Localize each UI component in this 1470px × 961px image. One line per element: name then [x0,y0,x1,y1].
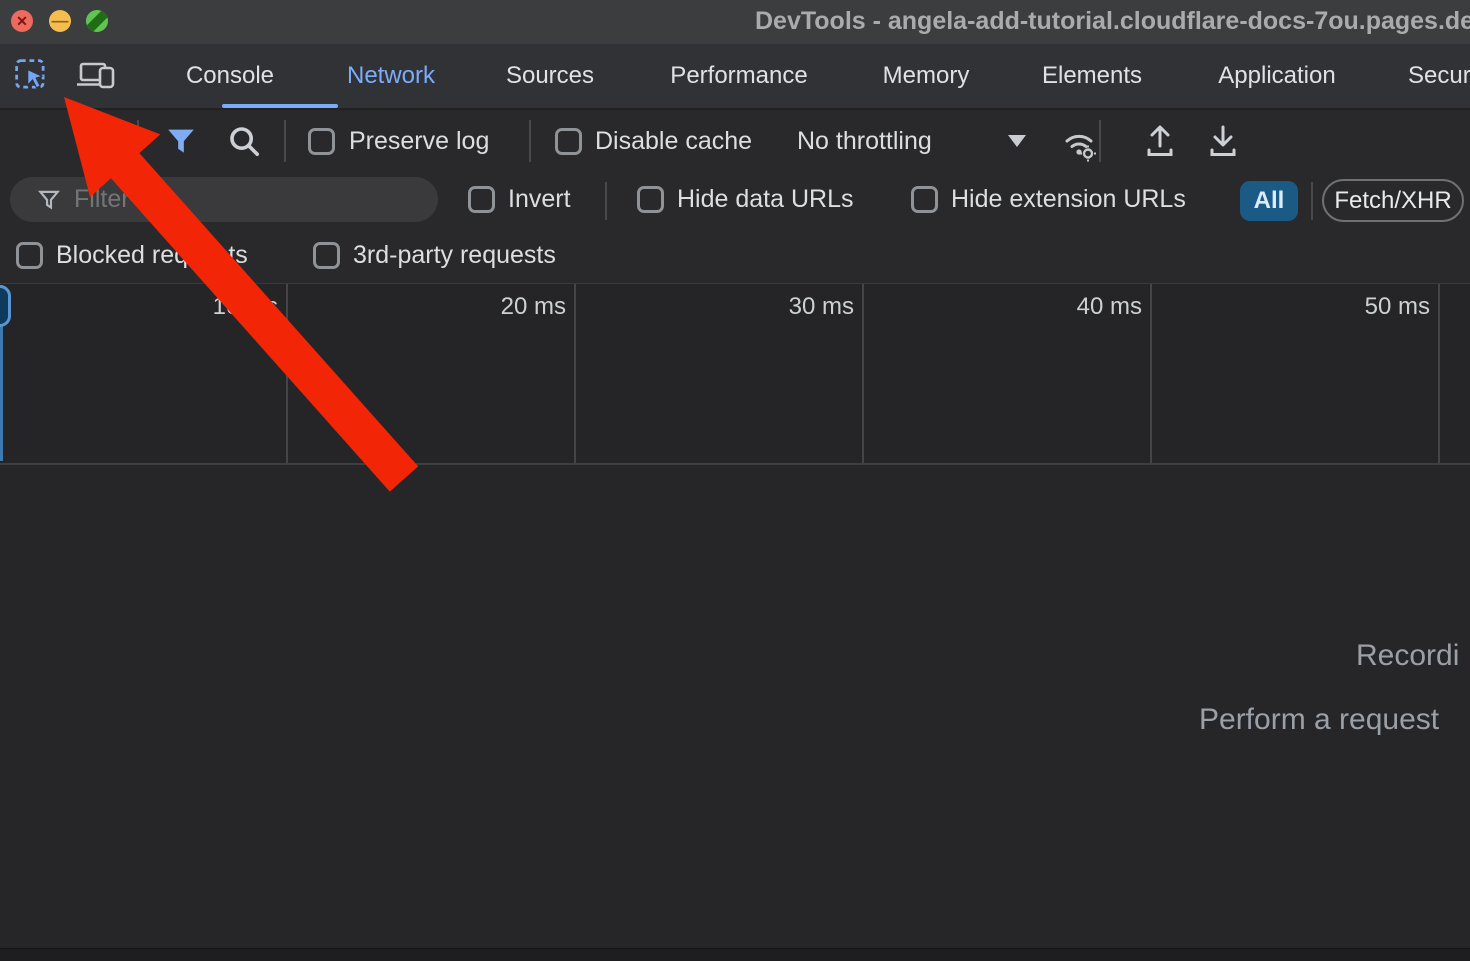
timeline-tick-label: 30 ms [724,293,854,321]
throttling-caret-icon[interactable] [1008,135,1026,147]
toolbar-separator [284,120,286,162]
hide-extension-urls-label: Hide extension URLs [951,185,1186,214]
preserve-log-checkbox[interactable] [308,128,335,155]
tab-console[interactable]: Console [186,62,274,90]
download-icon [1204,121,1242,161]
toggle-device-toolbar-button[interactable] [76,56,116,96]
throttling-select-value[interactable]: No throttling [797,127,932,156]
tab-application[interactable]: Application [1218,62,1335,90]
bottom-edge-strip [0,948,1470,961]
device-toolbar-icon [76,59,116,93]
timeline-drag-handle[interactable] [0,285,11,327]
tabbar-separator [139,58,141,96]
devtools-tabbar: Console Network Sources Performance Memo… [0,44,1470,110]
timeline-gridline [286,284,288,463]
third-party-requests-checkbox[interactable] [313,242,340,269]
tab-memory[interactable]: Memory [883,62,970,90]
tab-elements[interactable]: Elements [1042,62,1142,90]
network-conditions-button[interactable] [1056,119,1102,165]
window-titlebar: ✕ — DevTools - angela-add-tutorial.cloud… [0,0,1470,44]
window-title: DevTools - angela-add-tutorial.cloudflar… [755,7,1470,36]
timeline-gridline [574,284,576,463]
toolbar-separator [137,120,139,162]
timeline-tick-label: 10 ms [148,293,278,321]
network-request-list-empty-area: Recordi Perform a request [0,465,1470,960]
search-button[interactable] [224,121,264,161]
hide-data-urls-checkbox[interactable] [637,186,664,213]
export-har-button[interactable] [1203,121,1243,161]
filter-input-container[interactable] [10,177,438,222]
selected-tab-underline [222,104,338,108]
network-options-row: Blocked requests 3rd-party requests [0,228,1470,283]
empty-state-recording-text: Recordi [1356,639,1459,673]
timeline-tick-label: 20 ms [436,293,566,321]
wifi-gear-icon [1057,120,1101,164]
inspect-icon [14,58,50,94]
third-party-requests-label: 3rd-party requests [353,241,556,270]
hide-data-urls-label: Hide data URLs [677,185,853,214]
network-overview-timeline[interactable]: 10 ms 20 ms 30 ms 40 ms 50 ms [0,283,1470,465]
timeline-tick-label: 40 ms [1012,293,1142,321]
filter-toggle-button[interactable] [161,121,201,161]
timeline-gridline [862,284,864,463]
filter-input[interactable] [72,184,396,215]
invert-label: Invert [508,185,571,214]
search-icon [226,123,262,159]
tab-network[interactable]: Network [347,62,435,90]
blocked-requests-label: Blocked requests [56,241,248,270]
filter-row-separator [1311,182,1313,220]
invert-checkbox[interactable] [468,186,495,213]
timeline-gridline [1150,284,1152,463]
request-type-all-button[interactable]: All [1240,181,1298,221]
tab-sources[interactable]: Sources [506,62,594,90]
request-type-fetch-xhr-button[interactable]: Fetch/XHR [1322,179,1464,222]
network-filter-row: Invert Hide data URLs Hide extension URL… [0,173,1470,228]
tab-security[interactable]: Security [1408,62,1470,90]
disable-cache-label: Disable cache [595,127,752,156]
empty-state-hint-text: Perform a request [1199,703,1439,737]
zoom-slash-glyph [86,10,108,32]
filter-input-funnel-icon [36,187,62,213]
toolbar-separator [1099,120,1101,162]
filter-row-separator [605,182,607,220]
zoom-window-icon[interactable] [86,10,108,32]
preserve-log-label: Preserve log [349,127,489,156]
inspect-element-button[interactable] [12,56,52,96]
upload-icon [1141,121,1179,161]
network-toolbar: Preserve log Disable cache No throttling [0,110,1470,173]
tab-performance[interactable]: Performance [670,62,807,90]
timeline-gridline [1438,284,1440,463]
hide-extension-urls-checkbox[interactable] [911,186,938,213]
close-window-icon[interactable]: ✕ [11,10,33,32]
minimize-window-icon[interactable]: — [49,10,71,32]
import-har-button[interactable] [1140,121,1180,161]
toolbar-separator [529,120,531,162]
blocked-requests-checkbox[interactable] [16,242,43,269]
timeline-tick-label: 50 ms [1300,293,1430,321]
filter-funnel-icon [164,124,198,158]
disable-cache-checkbox[interactable] [555,128,582,155]
